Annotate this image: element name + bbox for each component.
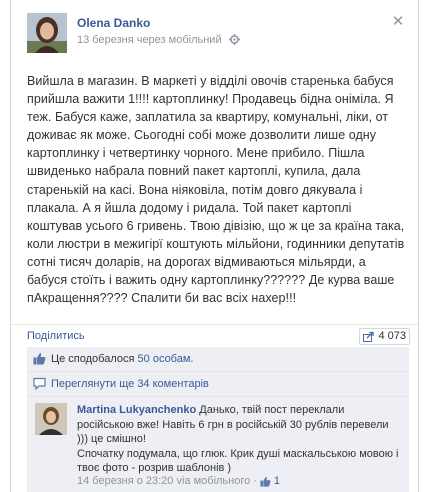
post-timestamp-link[interactable]: 13 березня через мобільний xyxy=(77,34,222,46)
post-body: Вийшла в магазин. В маркеті у відділі ов… xyxy=(27,72,409,307)
share-count-button[interactable]: 4 073 xyxy=(359,328,410,345)
comment-body: Martina Lukyanchenko Данько, твій пост п… xyxy=(77,403,402,476)
story-header: Olena Danko 13 березня через мобільний ✕ xyxy=(11,0,418,62)
comment-like-icon[interactable] xyxy=(260,476,271,487)
likes-suffix: . xyxy=(190,353,194,365)
feed-story: Olena Danko 13 березня через мобільний ✕ xyxy=(10,0,419,492)
view-more-comments[interactable]: Переглянути ще 34 коментарів xyxy=(27,372,409,397)
likes-prefix: Це сподобалося xyxy=(51,353,135,365)
comment-date-link[interactable]: 14 березня о 23:20 via мобільного xyxy=(77,475,250,487)
author-photo xyxy=(27,13,67,53)
post-paragraph: Вийшла в магазин. В маркеті у відділі ов… xyxy=(27,74,405,306)
thumbs-up-icon xyxy=(33,353,46,365)
share-link[interactable]: Поділитись xyxy=(27,330,85,342)
gear-icon[interactable] xyxy=(228,34,240,48)
likes-count-link[interactable]: 50 особам xyxy=(138,353,191,365)
meta-separator: · xyxy=(253,475,257,487)
author-name-link[interactable]: Olena Danko xyxy=(77,16,150,30)
share-count-value: 4 073 xyxy=(378,330,406,342)
comment-item: Martina Lukyanchenko Данько, твій пост п… xyxy=(27,397,409,492)
author-avatar[interactable] xyxy=(27,13,67,53)
commenter-photo xyxy=(35,403,67,435)
commenter-name-link[interactable]: Martina Lukyanchenko xyxy=(77,404,196,416)
likes-text: Це сподобалося 50 особам. xyxy=(51,353,193,365)
commenter-avatar[interactable] xyxy=(35,403,67,435)
close-icon[interactable]: ✕ xyxy=(390,14,406,30)
comment-bubble-icon xyxy=(33,377,46,390)
comment-text-2: Спочатку подумала, що глюк. Крик душі ма… xyxy=(77,447,399,475)
share-icon xyxy=(363,331,375,342)
comment-meta: 14 березня о 23:20 via мобільного · 1 xyxy=(77,475,280,487)
feedback-section: Це сподобалося 50 особам. Переглянути ще… xyxy=(27,347,409,492)
view-more-comments-label[interactable]: Переглянути ще 34 коментарів xyxy=(51,378,209,390)
likes-row: Це сподобалося 50 особам. xyxy=(27,347,409,372)
comment-like-count[interactable]: 1 xyxy=(274,475,280,487)
post-meta: 13 березня через мобільний xyxy=(77,34,240,48)
